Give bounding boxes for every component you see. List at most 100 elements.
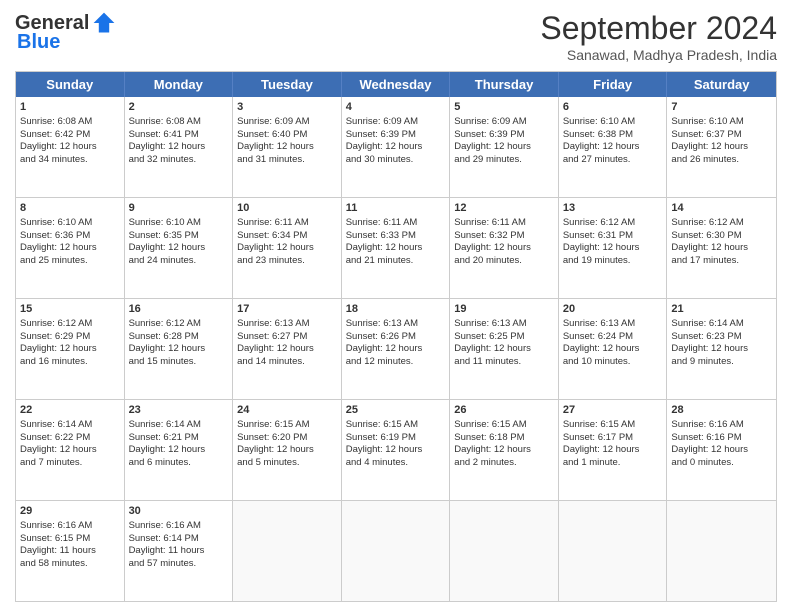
page: General Blue September 2024 Sanawad, Mad… <box>0 0 792 612</box>
day-number: 21 <box>671 302 772 317</box>
cell-info-line: Sunrise: 6:16 AM <box>20 520 120 533</box>
day-number: 17 <box>237 302 337 317</box>
cell-info-line: Daylight: 12 hours <box>563 141 663 154</box>
day-number: 9 <box>129 201 229 216</box>
cell-info-line: and 19 minutes. <box>563 255 663 268</box>
cell-info-line: Sunrise: 6:13 AM <box>237 318 337 331</box>
cell-info-line: and 27 minutes. <box>563 154 663 167</box>
day-number: 27 <box>563 403 663 418</box>
cell-w2-d6: 14Sunrise: 6:12 AMSunset: 6:30 PMDayligh… <box>667 198 776 298</box>
day-number: 22 <box>20 403 120 418</box>
cell-info-line: Sunset: 6:40 PM <box>237 129 337 142</box>
day-number: 13 <box>563 201 663 216</box>
cell-info-line: and 32 minutes. <box>129 154 229 167</box>
cell-info-line: Daylight: 12 hours <box>129 242 229 255</box>
cell-info-line: Sunset: 6:25 PM <box>454 331 554 344</box>
cell-info-line: Sunset: 6:32 PM <box>454 230 554 243</box>
cell-info-line: and 10 minutes. <box>563 356 663 369</box>
cell-info-line: Sunrise: 6:09 AM <box>346 116 446 129</box>
cell-info-line: Sunset: 6:42 PM <box>20 129 120 142</box>
cell-info-line: and 7 minutes. <box>20 457 120 470</box>
header-monday: Monday <box>125 72 234 97</box>
cell-w5-d5 <box>559 501 668 601</box>
cell-w2-d2: 10Sunrise: 6:11 AMSunset: 6:34 PMDayligh… <box>233 198 342 298</box>
cell-info-line: and 15 minutes. <box>129 356 229 369</box>
day-number: 4 <box>346 100 446 115</box>
cell-info-line: and 20 minutes. <box>454 255 554 268</box>
day-number: 15 <box>20 302 120 317</box>
day-number: 12 <box>454 201 554 216</box>
cell-info-line: and 4 minutes. <box>346 457 446 470</box>
header-tuesday: Tuesday <box>233 72 342 97</box>
cell-info-line: Sunrise: 6:15 AM <box>237 419 337 432</box>
cell-w3-d1: 16Sunrise: 6:12 AMSunset: 6:28 PMDayligh… <box>125 299 234 399</box>
cell-info-line: Sunset: 6:33 PM <box>346 230 446 243</box>
cell-info-line: Daylight: 12 hours <box>346 141 446 154</box>
cell-info-line: Sunrise: 6:10 AM <box>20 217 120 230</box>
header-wednesday: Wednesday <box>342 72 451 97</box>
cell-info-line: Sunset: 6:17 PM <box>563 432 663 445</box>
day-number: 20 <box>563 302 663 317</box>
day-number: 5 <box>454 100 554 115</box>
day-number: 7 <box>671 100 772 115</box>
cell-w4-d5: 27Sunrise: 6:15 AMSunset: 6:17 PMDayligh… <box>559 400 668 500</box>
cell-info-line: Daylight: 12 hours <box>20 444 120 457</box>
day-number: 29 <box>20 504 120 519</box>
cell-w4-d0: 22Sunrise: 6:14 AMSunset: 6:22 PMDayligh… <box>16 400 125 500</box>
cell-info-line: Sunset: 6:28 PM <box>129 331 229 344</box>
cell-w1-d1: 2Sunrise: 6:08 AMSunset: 6:41 PMDaylight… <box>125 97 234 197</box>
day-number: 23 <box>129 403 229 418</box>
cell-info-line: Daylight: 12 hours <box>454 242 554 255</box>
calendar-header: Sunday Monday Tuesday Wednesday Thursday… <box>16 72 776 97</box>
cell-info-line: Daylight: 12 hours <box>563 444 663 457</box>
cell-info-line: and 12 minutes. <box>346 356 446 369</box>
cell-info-line: Sunset: 6:16 PM <box>671 432 772 445</box>
week-row-4: 22Sunrise: 6:14 AMSunset: 6:22 PMDayligh… <box>16 400 776 501</box>
cell-info-line: Sunset: 6:23 PM <box>671 331 772 344</box>
header-friday: Friday <box>559 72 668 97</box>
cell-info-line: Daylight: 12 hours <box>671 444 772 457</box>
day-number: 30 <box>129 504 229 519</box>
cell-w5-d6 <box>667 501 776 601</box>
header-sunday: Sunday <box>16 72 125 97</box>
cell-info-line: Sunset: 6:38 PM <box>563 129 663 142</box>
cell-info-line: Sunset: 6:41 PM <box>129 129 229 142</box>
cell-info-line: and 30 minutes. <box>346 154 446 167</box>
cell-info-line: and 29 minutes. <box>454 154 554 167</box>
cell-info-line: Sunrise: 6:14 AM <box>671 318 772 331</box>
cell-w2-d0: 8Sunrise: 6:10 AMSunset: 6:36 PMDaylight… <box>16 198 125 298</box>
day-number: 18 <box>346 302 446 317</box>
cell-w1-d5: 6Sunrise: 6:10 AMSunset: 6:38 PMDaylight… <box>559 97 668 197</box>
cell-w5-d2 <box>233 501 342 601</box>
cell-info-line: Daylight: 12 hours <box>346 242 446 255</box>
cell-info-line: Sunrise: 6:13 AM <box>563 318 663 331</box>
day-number: 8 <box>20 201 120 216</box>
cell-w4-d1: 23Sunrise: 6:14 AMSunset: 6:21 PMDayligh… <box>125 400 234 500</box>
logo: General Blue <box>15 10 117 54</box>
cell-w3-d6: 21Sunrise: 6:14 AMSunset: 6:23 PMDayligh… <box>667 299 776 399</box>
cell-info-line: Sunrise: 6:08 AM <box>20 116 120 129</box>
cell-w4-d4: 26Sunrise: 6:15 AMSunset: 6:18 PMDayligh… <box>450 400 559 500</box>
cell-info-line: Daylight: 12 hours <box>237 444 337 457</box>
cell-info-line: Daylight: 12 hours <box>346 343 446 356</box>
cell-info-line: and 2 minutes. <box>454 457 554 470</box>
cell-w3-d3: 18Sunrise: 6:13 AMSunset: 6:26 PMDayligh… <box>342 299 451 399</box>
cell-w3-d0: 15Sunrise: 6:12 AMSunset: 6:29 PMDayligh… <box>16 299 125 399</box>
cell-info-line: Sunset: 6:24 PM <box>563 331 663 344</box>
cell-info-line: Daylight: 12 hours <box>20 343 120 356</box>
day-number: 25 <box>346 403 446 418</box>
cell-info-line: Sunset: 6:39 PM <box>346 129 446 142</box>
cell-info-line: Daylight: 11 hours <box>20 545 120 558</box>
cell-info-line: Sunset: 6:31 PM <box>563 230 663 243</box>
cell-w1-d0: 1Sunrise: 6:08 AMSunset: 6:42 PMDaylight… <box>16 97 125 197</box>
cell-info-line: Sunrise: 6:12 AM <box>129 318 229 331</box>
cell-info-line: Sunset: 6:22 PM <box>20 432 120 445</box>
header: General Blue September 2024 Sanawad, Mad… <box>15 10 777 63</box>
cell-info-line: Sunset: 6:37 PM <box>671 129 772 142</box>
cell-info-line: Sunrise: 6:10 AM <box>563 116 663 129</box>
location: Sanawad, Madhya Pradesh, India <box>540 47 777 63</box>
header-thursday: Thursday <box>450 72 559 97</box>
day-number: 28 <box>671 403 772 418</box>
day-number: 3 <box>237 100 337 115</box>
cell-info-line: and 14 minutes. <box>237 356 337 369</box>
